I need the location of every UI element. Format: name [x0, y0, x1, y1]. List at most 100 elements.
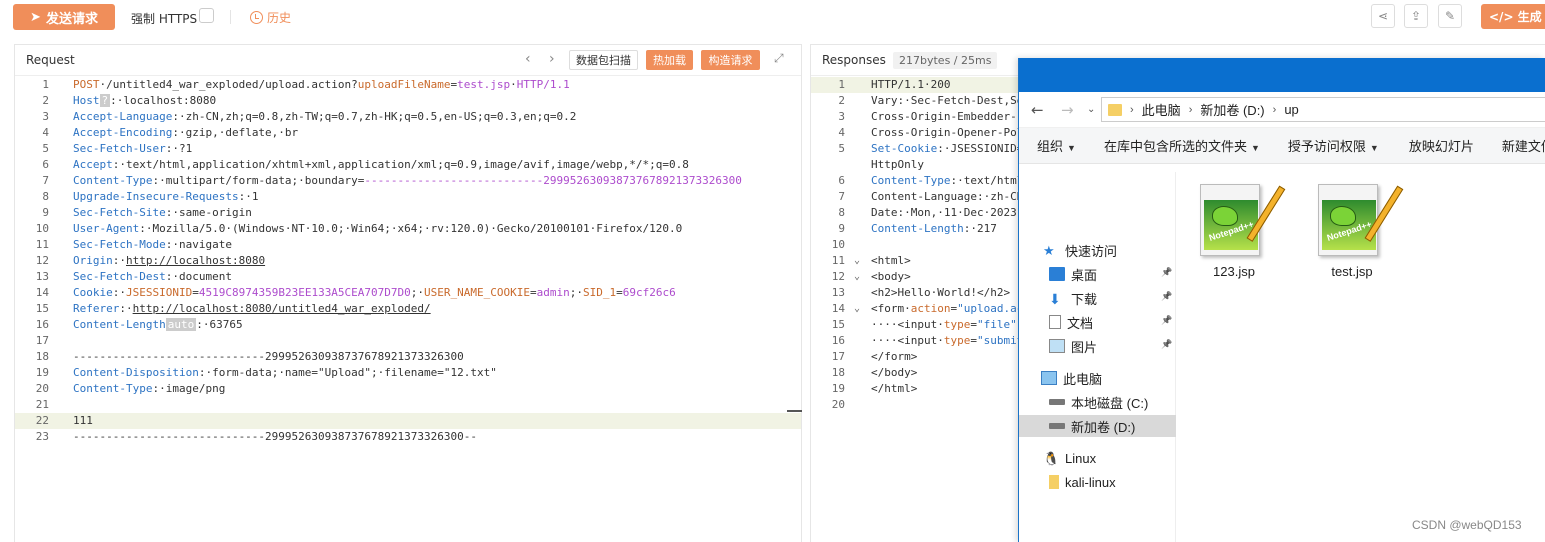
breadcrumb-drive-d[interactable]: 新加卷 (D:) [1200, 100, 1264, 119]
file-item[interactable]: Notepad++ test.jsp [1302, 176, 1404, 279]
code-line[interactable]: 9 Sec-Fetch-Site:·same-origin [15, 205, 801, 221]
force-https-checkbox[interactable] [199, 8, 214, 23]
nav-item-label: 图片 [1071, 339, 1098, 355]
nav-item-d[interactable]: 新加卷 (D:) [1019, 415, 1176, 437]
code-line[interactable]: 13 Sec-Fetch-Dest:·document [15, 269, 801, 285]
breadcrumb-up[interactable]: up [1284, 102, 1298, 117]
code-line[interactable]: 17 [15, 333, 801, 349]
send-request-button[interactable]: ➤ 发送请求 [13, 4, 115, 30]
line-number: 15 [35, 302, 49, 315]
nav-item-linux[interactable]: 🐧 Linux [1043, 447, 1096, 469]
line-text: Vary:·Sec-Fetch-Dest,Se [871, 94, 1024, 107]
pin-icon[interactable]: 📌 [1161, 315, 1172, 326]
share-icon[interactable]: ⋖ [1371, 4, 1395, 28]
nav-item-label: 快速访问 [1065, 243, 1118, 259]
history-button[interactable]: 历史 [250, 9, 291, 26]
organize-menu[interactable]: 组织 ▼ [1037, 136, 1076, 155]
line-number: 12 [831, 270, 845, 283]
new-folder-button[interactable]: 新建文件夹 [1502, 136, 1545, 155]
fold-arrow-icon[interactable]: ⌄ [854, 253, 860, 269]
grant-access-menu[interactable]: 授予访问权限 ▼ [1288, 136, 1379, 155]
line-number: 20 [831, 398, 845, 411]
line-number: 6 [838, 174, 845, 187]
code-line[interactable]: 15 Referer:·http://localhost:8080/untitle… [15, 301, 801, 317]
file-explorer-window: ← → ⌄ › 此电脑 › 新加卷 (D:) › up 组织 ▼ 在库中包含所选的… [1018, 58, 1545, 542]
nav-item-[interactable]: 图片 [1049, 335, 1097, 357]
crumb-separator-icon: › [1130, 103, 1134, 116]
fold-arrow-icon[interactable]: ⌄ [854, 301, 860, 317]
nav-item-[interactable]: 文档 [1049, 311, 1093, 333]
request-editor[interactable]: 1 POST·/untitled4_war_exploded/upload.act… [15, 77, 801, 542]
edit-icon[interactable]: ✎ [1438, 4, 1462, 28]
slideshow-button[interactable]: 放映幻灯片 [1409, 136, 1474, 155]
code-line[interactable]: 16 Content-Length auto:·63765 [15, 317, 801, 333]
code-line[interactable]: 14 Cookie:·JSESSIONID=4519C8974359B23EE13… [15, 285, 801, 301]
explorer-navigation-pane: ★ 快速访问 桌面 📌 ⬇ 下载 📌 文档 📌 图片 📌 此电脑本地磁盘 (C:) 新加卷 (D:) 🐧 L… [1019, 172, 1176, 542]
line-number: 19 [35, 366, 49, 379]
code-line[interactable]: 19 Content-Disposition:·form-data;·name="… [15, 365, 801, 381]
code-line[interactable]: 2 Host?:·localhost:8080 [15, 93, 801, 109]
recent-dropdown-icon[interactable]: ⌄ [1087, 104, 1095, 115]
export-icon[interactable]: ⇪ [1404, 4, 1428, 28]
line-number: 6 [42, 158, 49, 171]
nav-item-[interactable]: 桌面 [1049, 263, 1097, 285]
nav-item-[interactable]: 此电脑 [1041, 367, 1102, 389]
code-line[interactable]: 7 Content-Type:·multipart/form-data;·boun… [15, 173, 801, 189]
send-request-label: 发送请求 [45, 11, 98, 27]
request-panel: Request ‹ › 数据包扫描 热加载 构造请求 ⤢ 1 POST·/unti… [14, 44, 802, 542]
resize-handle[interactable] [787, 410, 802, 412]
include-in-library-menu[interactable]: 在库中包含所选的文件夹 ▼ [1104, 136, 1260, 155]
code-line[interactable]: 20 Content-Type:·image/png [15, 381, 801, 397]
code-line[interactable]: 10 User-Agent:·Mozilla/5.0·(Windows·NT·10… [15, 221, 801, 237]
line-number: 18 [831, 366, 845, 379]
line-text: HttpOnly [871, 158, 924, 171]
back-arrow-icon[interactable]: ← [1031, 101, 1044, 119]
line-number: 15 [831, 318, 845, 331]
nav-item-label: kali-linux [1065, 474, 1116, 490]
code-line[interactable]: 8 Upgrade-Insecure-Requests:·1 [15, 189, 801, 205]
nav-item-kalilinux[interactable]: kali-linux [1049, 471, 1116, 493]
pin-icon[interactable]: 📌 [1161, 291, 1172, 302]
generate-button[interactable]: </> 生成 Ya [1481, 4, 1545, 29]
code-line[interactable]: 11 Sec-Fetch-Mode:·navigate [15, 237, 801, 253]
generate-label: 生成 Ya [1517, 10, 1545, 24]
history-label: 历史 [267, 11, 292, 25]
file-name: test.jsp [1331, 264, 1373, 279]
file-item[interactable]: Notepad++ 123.jsp [1184, 176, 1286, 279]
code-line[interactable]: 5 Sec-Fetch-User:·?1 [15, 141, 801, 157]
nav-item-c[interactable]: 本地磁盘 (C:) [1049, 391, 1148, 413]
code-line[interactable]: 23 -----------------------------299952630… [15, 429, 801, 445]
line-number: 16 [35, 318, 49, 331]
line-number: 9 [42, 206, 49, 219]
hot-load-button[interactable]: 热加载 [646, 50, 693, 70]
line-text: Content-Length:·217 [871, 222, 997, 235]
download-icon: ⬇ [1049, 291, 1061, 307]
fold-arrow-icon[interactable]: ⌄ [854, 269, 860, 285]
forward-arrow-icon[interactable]: → [1061, 101, 1074, 119]
build-request-button[interactable]: 构造请求 [701, 50, 760, 70]
pin-icon[interactable]: 📌 [1161, 267, 1172, 278]
code-line[interactable]: 6 Accept:·text/html,application/xhtml+xml… [15, 157, 801, 173]
explorer-titlebar[interactable] [1019, 58, 1545, 92]
code-line[interactable]: 18 -----------------------------299952630… [15, 349, 801, 365]
code-line[interactable]: 22 111 [15, 413, 801, 429]
expand-icon[interactable]: ⤢ [774, 51, 784, 66]
nav-item-[interactable]: ⬇ 下载 [1049, 287, 1097, 309]
file-name: 123.jsp [1213, 264, 1255, 279]
line-text: -----------------------------29995263093… [73, 350, 464, 363]
nav-item-[interactable]: ★ 快速访问 [1043, 239, 1117, 261]
prev-arrow-icon[interactable]: ‹ [525, 51, 531, 67]
code-line[interactable]: 4 Accept-Encoding:·gzip,·deflate,·br [15, 125, 801, 141]
next-arrow-icon[interactable]: › [549, 51, 555, 67]
breadcrumb-this-pc[interactable]: 此电脑 [1142, 100, 1181, 119]
code-line[interactable]: 21 [15, 397, 801, 413]
address-box[interactable]: › 此电脑 › 新加卷 (D:) › up [1101, 97, 1545, 122]
nav-item-label: 本地磁盘 (C:) [1071, 395, 1149, 411]
code-line[interactable]: 3 Accept-Language:·zh-CN,zh;q=0.8,zh-TW;q… [15, 109, 801, 125]
line-text: <form·action="upload.ac [871, 302, 1024, 315]
code-line[interactable]: 1 POST·/untitled4_war_exploded/upload.act… [15, 77, 801, 93]
desktop-icon [1049, 267, 1065, 281]
packet-scan-button[interactable]: 数据包扫描 [569, 50, 638, 70]
pin-icon[interactable]: 📌 [1161, 339, 1172, 350]
code-line[interactable]: 12 Origin:·http://localhost:8080 [15, 253, 801, 269]
